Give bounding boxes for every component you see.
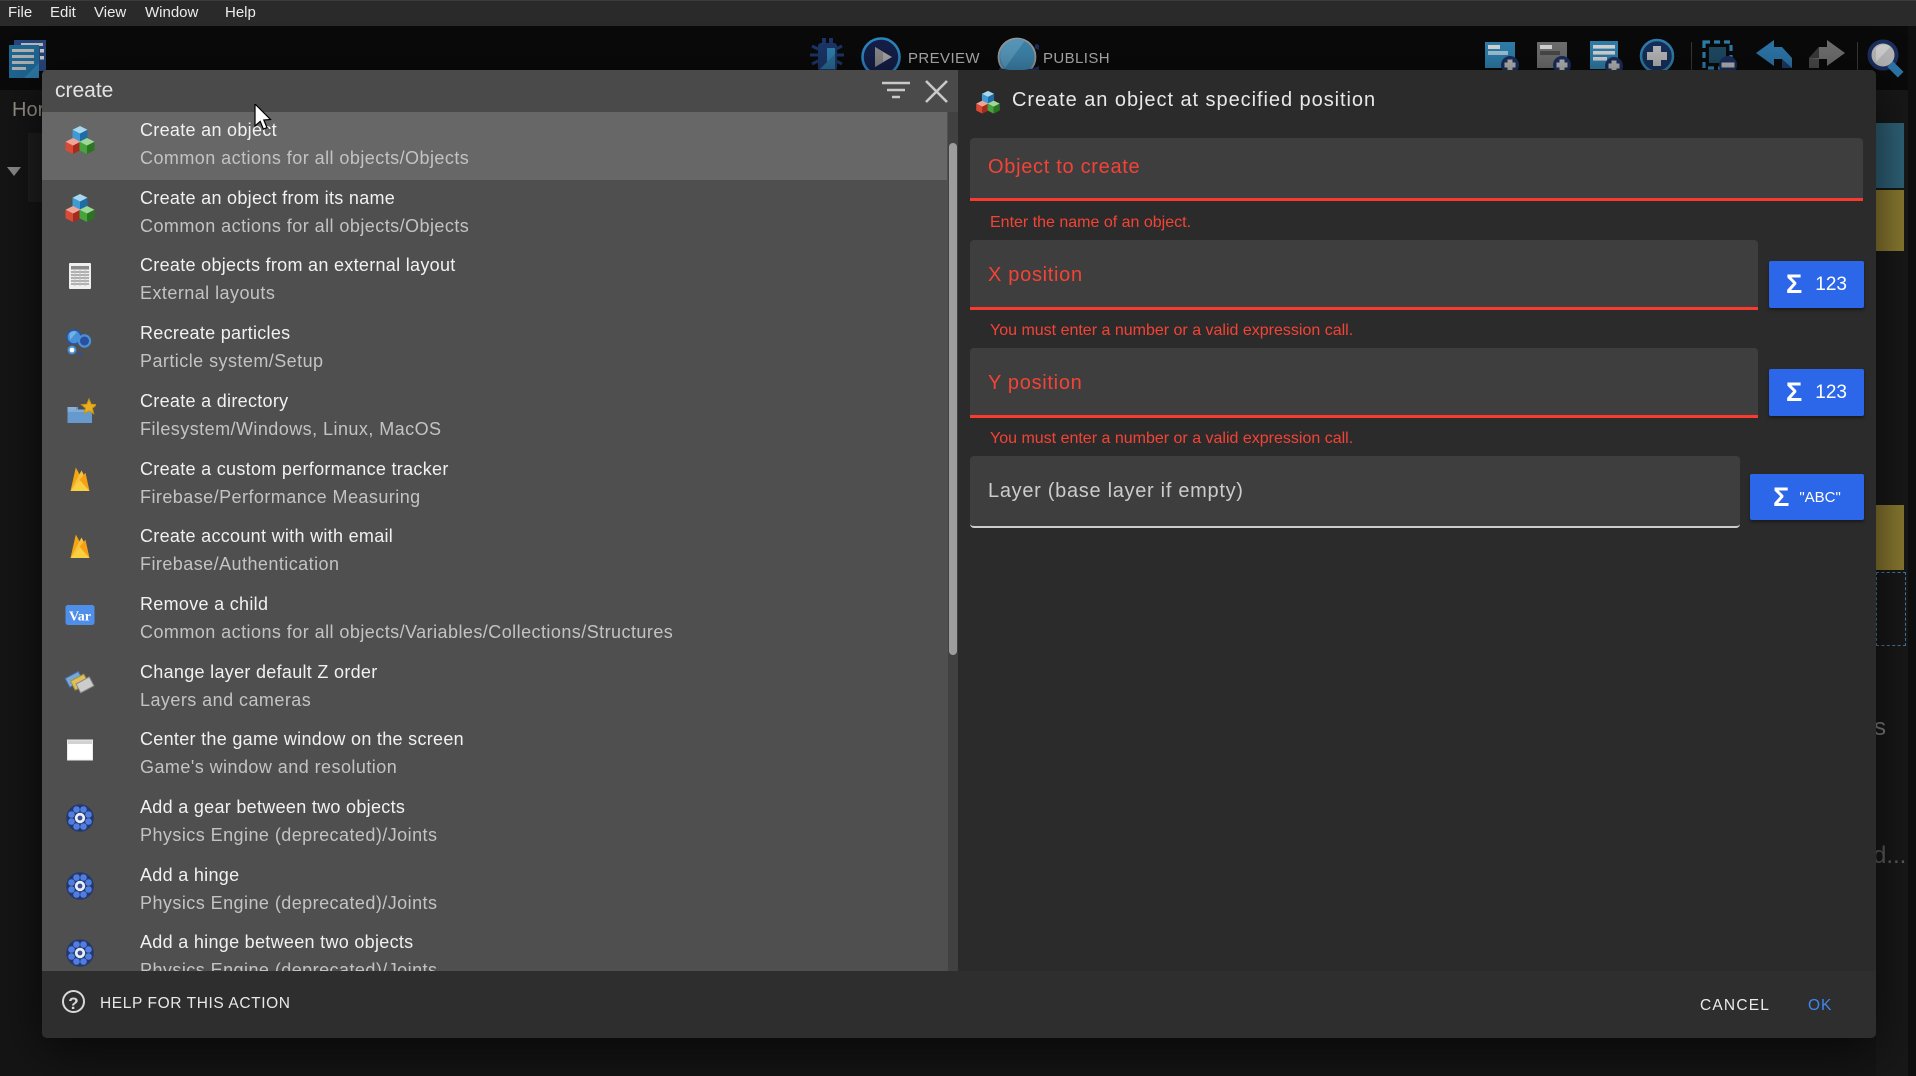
svg-text:Var: Var <box>69 609 91 624</box>
